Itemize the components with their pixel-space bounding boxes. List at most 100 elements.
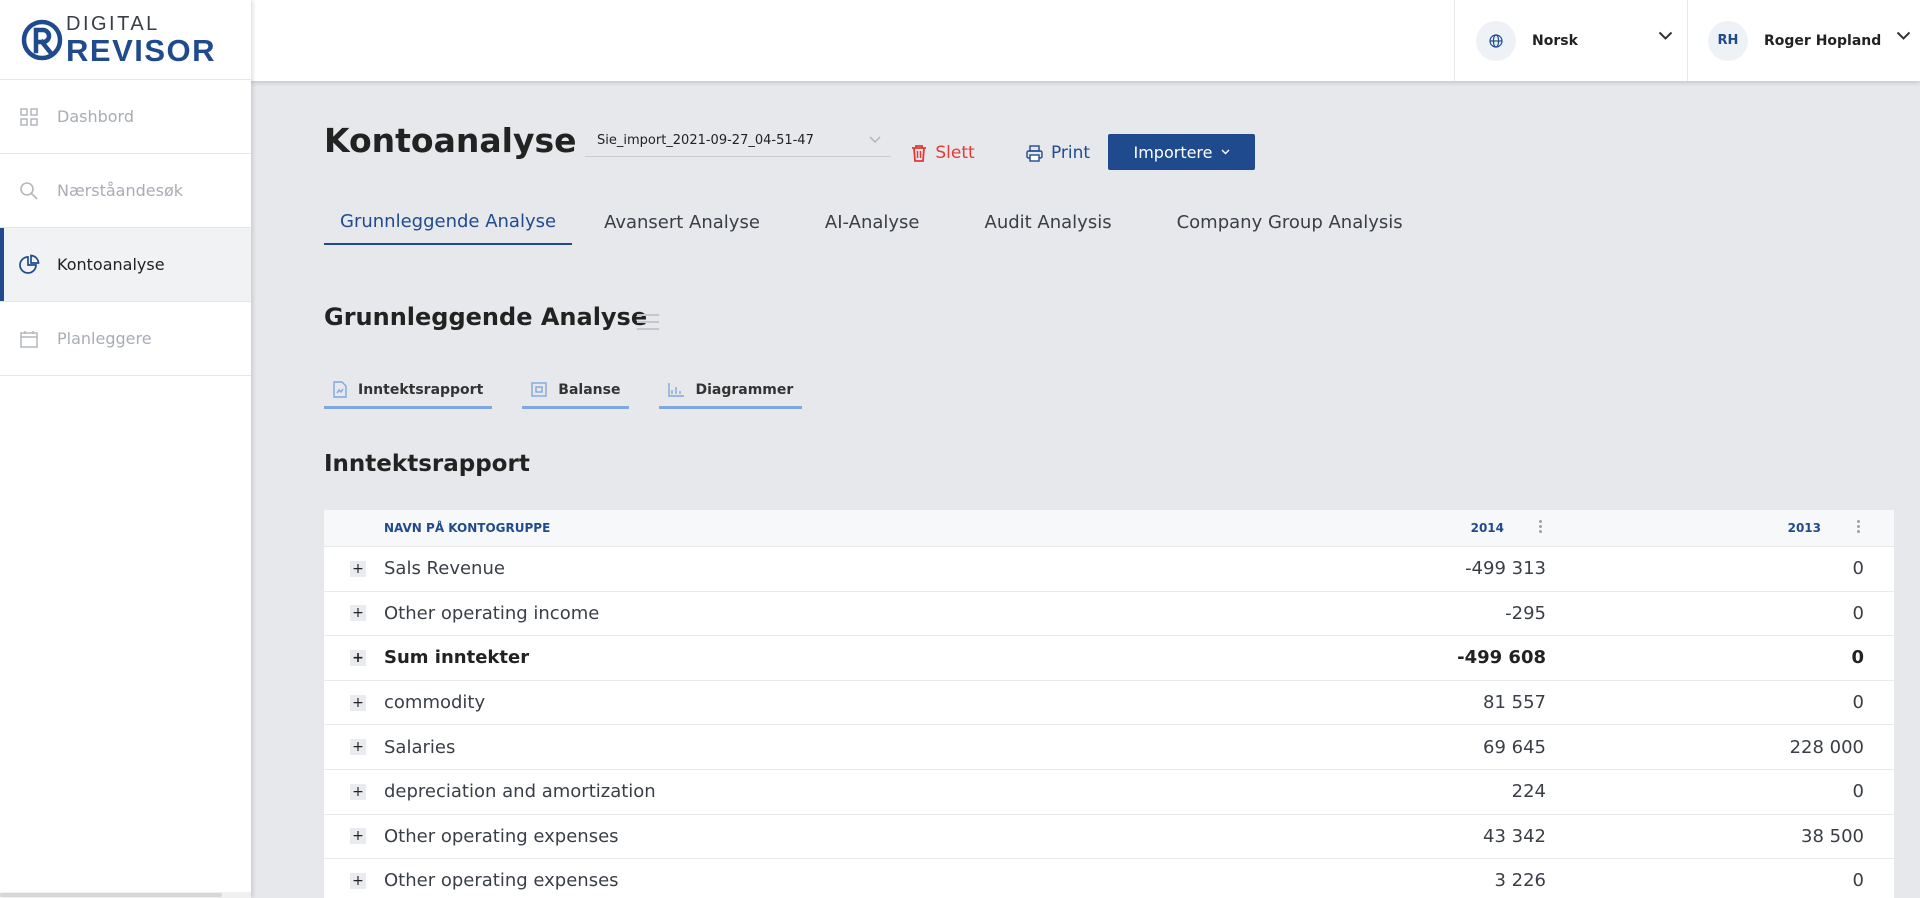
subtab-diagrammer[interactable]: Diagrammer [659, 373, 803, 409]
bar-chart-icon [668, 382, 685, 397]
user-name: Roger Hopland [1764, 32, 1882, 49]
delete-label: Slett [935, 143, 975, 163]
row-name: Other operating expenses [384, 870, 619, 892]
sidebar-item-planleggere[interactable]: Planleggere [0, 302, 251, 376]
table-row-total: + Sum inntekter -499 608 0 [324, 636, 1894, 681]
expand-icon[interactable]: + [350, 783, 366, 800]
chevron-down-icon [1896, 31, 1911, 40]
row-name: Salaries [384, 736, 456, 758]
row-value-2013: 0 [1851, 647, 1864, 669]
table-row: + Other operating expenses 3 226 0 [324, 859, 1894, 898]
column-options-icon[interactable] [1857, 520, 1860, 535]
expand-icon[interactable]: + [350, 872, 366, 889]
search-icon [18, 180, 40, 202]
horizontal-scrollbar[interactable] [0, 892, 251, 898]
column-header-2014[interactable]: 2014 [1471, 521, 1504, 535]
tab-company-group-analysis[interactable]: Company Group Analysis [1177, 199, 1403, 245]
document-icon [333, 381, 347, 398]
subtab-label: Balanse [558, 381, 621, 398]
print-label: Print [1050, 143, 1091, 163]
chevron-down-icon [1221, 149, 1229, 155]
file-select[interactable]: Sie_import_2021-09-27_04-51-47 [585, 125, 891, 157]
column-options-icon[interactable] [1539, 520, 1542, 535]
import-button[interactable]: Importere [1108, 134, 1255, 170]
logo-mark-icon [20, 18, 64, 62]
row-name: depreciation and amortization [384, 781, 656, 803]
income-report-table: NAVN PÅ KONTOGRUPPE 2014 2013 + Sals Rev… [324, 510, 1894, 898]
analysis-tabs: Grunnleggende Analyse Avansert Analyse A… [324, 199, 1403, 245]
user-menu[interactable]: RH Roger Hopland [1687, 0, 1920, 81]
trash-icon [912, 145, 927, 162]
expand-icon[interactable]: + [350, 649, 366, 666]
calendar-icon [18, 328, 40, 350]
subtab-inntektsrapport[interactable]: Inntektsrapport [324, 373, 493, 409]
tab-ai-analyse[interactable]: AI-Analyse [825, 199, 920, 245]
sidebar-item-label: Dashbord [57, 107, 134, 126]
table-row: + Other operating expenses 43 342 38 500 [324, 815, 1894, 860]
row-value-2014: -499 608 [1457, 647, 1546, 669]
row-name: Other operating expenses [384, 825, 619, 847]
sidebar-item-label: Nærståandesøk [57, 181, 184, 200]
avatar: RH [1708, 20, 1748, 61]
sidebar-item-label: Kontoanalyse [57, 255, 165, 274]
row-value-2013: 0 [1852, 870, 1864, 892]
grid-icon [18, 106, 40, 128]
file-select-value: Sie_import_2021-09-27_04-51-47 [597, 133, 814, 148]
subtab-label: Diagrammer [695, 381, 794, 398]
sidebar: DIGITAL REVISOR Dashbord Nærståandesøk K… [0, 0, 251, 898]
subtab-balanse[interactable]: Balanse [522, 373, 630, 409]
row-value-2014: 43 342 [1483, 825, 1546, 847]
expand-icon[interactable]: + [350, 560, 366, 577]
row-value-2013: 0 [1852, 558, 1864, 580]
row-value-2013: 0 [1852, 781, 1864, 803]
sidebar-item-label: Planleggere [57, 329, 152, 348]
expand-icon[interactable]: + [350, 694, 366, 711]
column-header-2013[interactable]: 2013 [1788, 521, 1821, 535]
scrollbar-thumb[interactable] [0, 893, 222, 897]
tab-grunnleggende-analyse[interactable]: Grunnleggende Analyse [324, 199, 573, 245]
import-label: Importere [1133, 142, 1213, 162]
row-name: Sals Revenue [384, 558, 505, 580]
row-value-2013: 38 500 [1801, 825, 1864, 847]
row-value-2013: 0 [1852, 602, 1864, 624]
tab-audit-analysis[interactable]: Audit Analysis [985, 199, 1112, 245]
delete-button[interactable]: Slett [897, 134, 989, 172]
row-value-2014: 81 557 [1483, 692, 1546, 714]
logo[interactable]: DIGITAL REVISOR [0, 0, 251, 80]
column-header-name[interactable]: NAVN PÅ KONTOGRUPPE [384, 521, 550, 535]
row-name: commodity [384, 692, 486, 714]
row-value-2013: 0 [1852, 692, 1864, 714]
row-value-2014: -499 313 [1465, 558, 1546, 580]
row-value-2014: 69 645 [1483, 736, 1546, 758]
logo-line2: REVISOR [66, 32, 217, 68]
chevron-down-icon [869, 136, 881, 143]
printer-icon [1026, 144, 1043, 162]
pie-chart-icon [18, 254, 40, 276]
table-row: + depreciation and amortization 224 0 [324, 770, 1894, 815]
expand-icon[interactable]: + [350, 739, 366, 756]
expand-icon[interactable]: + [350, 605, 366, 622]
table-row: + Sals Revenue -499 313 0 [324, 547, 1894, 592]
balance-icon [531, 382, 547, 397]
language-selector[interactable]: Norsk [1454, 0, 1686, 81]
top-header: Norsk RH Roger Hopland [251, 0, 1920, 81]
row-name: Sum inntekter [384, 647, 530, 669]
language-label: Norsk [1532, 32, 1578, 49]
expand-icon[interactable]: + [350, 828, 366, 845]
table-row: + Salaries 69 645 228 000 [324, 725, 1894, 770]
print-button[interactable]: Print [1011, 134, 1105, 172]
sidebar-item-naerstaandesok[interactable]: Nærståandesøk [0, 154, 251, 228]
subtab-label: Inntektsrapport [358, 381, 484, 398]
tab-avansert-analyse[interactable]: Avansert Analyse [604, 199, 760, 245]
menu-icon[interactable] [637, 314, 659, 335]
sidebar-item-kontoanalyse[interactable]: Kontoanalyse [0, 228, 251, 302]
table-row: + commodity 81 557 0 [324, 681, 1894, 726]
section-title: Grunnleggende Analyse [324, 303, 648, 331]
chevron-down-icon [1658, 31, 1673, 40]
page-title: Kontoanalyse [324, 121, 577, 160]
row-value-2014: -295 [1505, 602, 1546, 624]
main-content: Kontoanalyse Sie_import_2021-09-27_04-51… [251, 81, 1920, 898]
table-header: NAVN PÅ KONTOGRUPPE 2014 2013 [324, 510, 1894, 547]
sidebar-item-dashbord[interactable]: Dashbord [0, 80, 251, 154]
globe-icon [1476, 20, 1516, 61]
